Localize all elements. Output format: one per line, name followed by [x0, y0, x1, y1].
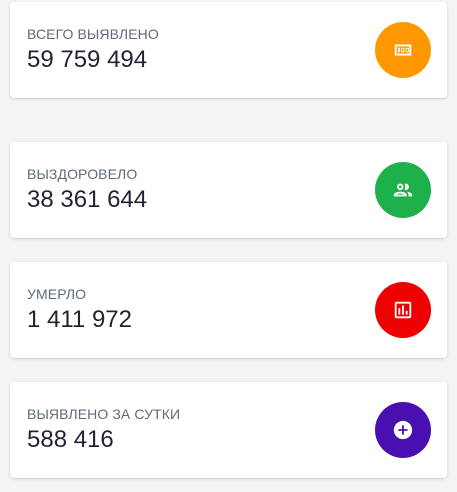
stat-value: 38 361 644	[27, 186, 148, 213]
stat-card-total: ВСЕГО ВЫЯВЛЕНО 59 759 494	[10, 2, 447, 98]
counter-icon	[375, 22, 431, 78]
stats-panel: ВСЕГО ВЫЯВЛЕНО 59 759 494 ВЫЗДОРОВЕЛО 38…	[0, 0, 457, 492]
stat-value: 588 416	[27, 426, 114, 453]
stat-label: ВЫЯВЛЕНО ЗА СУТКИ	[27, 406, 181, 422]
stat-label: УМЕРЛО	[27, 286, 87, 302]
add-circle-icon	[375, 402, 431, 458]
stat-label: ВЫЗДОРОВЕЛО	[27, 166, 138, 182]
chart-icon	[375, 282, 431, 338]
stat-card-deaths: УМЕРЛО 1 411 972	[10, 262, 447, 358]
people-icon	[375, 162, 431, 218]
stat-card-recovered: ВЫЗДОРОВЕЛО 38 361 644	[10, 142, 447, 238]
stat-card-daily: ВЫЯВЛЕНО ЗА СУТКИ 588 416	[10, 382, 447, 478]
stat-label: ВСЕГО ВЫЯВЛЕНО	[27, 26, 159, 42]
stat-value: 1 411 972	[27, 306, 132, 333]
stat-value: 59 759 494	[27, 46, 148, 73]
